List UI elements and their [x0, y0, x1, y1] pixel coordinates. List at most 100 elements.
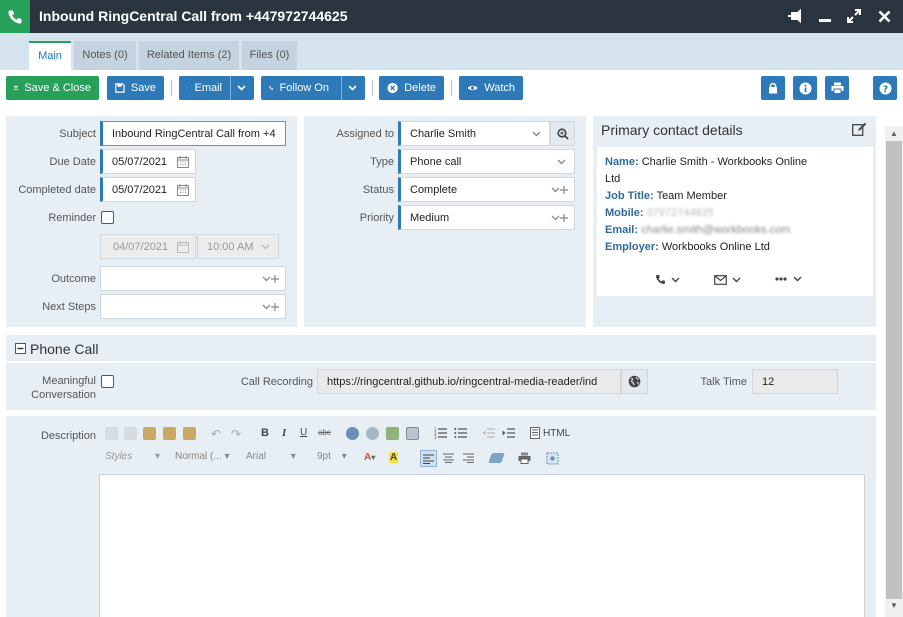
next-steps-select[interactable]: [100, 294, 286, 319]
text-color-icon[interactable]: A▾: [364, 452, 375, 463]
chevron-down-icon[interactable]: [557, 159, 566, 165]
calendar-icon[interactable]: [177, 156, 189, 168]
paste-icon[interactable]: [143, 427, 156, 440]
format-select[interactable]: Normal (... ▾: [175, 451, 229, 462]
phone-icon: [0, 0, 30, 33]
link-icon[interactable]: [346, 427, 359, 440]
tab-main[interactable]: Main: [29, 41, 71, 70]
contact-more-menu[interactable]: [775, 276, 802, 282]
follow-on-button[interactable]: Follow On: [261, 76, 365, 100]
chevron-down-plus-icon[interactable]: [551, 213, 569, 223]
calendar-icon: [177, 241, 189, 253]
toolbar-divider: [451, 80, 452, 96]
reminder-date-input: 04/07/2021: [100, 234, 196, 259]
chevron-down-icon[interactable]: [230, 76, 246, 100]
scroll-down-icon[interactable]: ▼: [890, 601, 898, 610]
html-source-button[interactable]: HTML: [530, 427, 570, 439]
envelope-icon: [714, 275, 727, 285]
strikethrough-icon[interactable]: abc: [318, 428, 331, 437]
select-all-icon[interactable]: [546, 452, 559, 465]
tab-files[interactable]: Files (0): [242, 41, 297, 70]
tab-notes[interactable]: Notes (0): [74, 41, 136, 70]
redo-icon[interactable]: ↷: [231, 427, 241, 441]
lock-icon[interactable]: [761, 76, 785, 100]
meaningful-label-line2: Conversation: [31, 389, 96, 401]
contact-name-link[interactable]: Charlie Smith - Workbooks Online: [642, 156, 807, 168]
zoom-search-icon[interactable]: [550, 121, 575, 146]
align-left-icon[interactable]: [420, 450, 437, 467]
scroll-up-icon[interactable]: ▲: [890, 129, 898, 138]
contact-name-row-cont: Ltd: [605, 173, 621, 185]
background-color-icon[interactable]: A: [389, 452, 399, 463]
collapse-icon[interactable]: [15, 343, 26, 354]
info-icon[interactable]: [793, 76, 817, 100]
chevron-down-icon: [261, 244, 270, 250]
align-center-icon[interactable]: [443, 453, 454, 463]
contact-employer-link[interactable]: Workbooks Online Ltd: [662, 241, 770, 253]
type-select[interactable]: Phone call: [398, 149, 575, 174]
follow-on-label: Follow On: [279, 82, 329, 94]
next-steps-label: Next Steps: [42, 301, 96, 313]
description-editor[interactable]: [99, 474, 865, 617]
chevron-down-plus-icon[interactable]: [262, 302, 280, 312]
editor-print-icon[interactable]: [518, 452, 531, 464]
meaningful-conversation-checkbox[interactable]: [101, 375, 114, 388]
font-select[interactable]: Arial ▾: [246, 451, 296, 462]
watch-button[interactable]: Watch: [459, 76, 523, 100]
contact-email-menu[interactable]: [714, 275, 741, 285]
paste-text-icon[interactable]: [163, 427, 176, 440]
reminder-checkbox[interactable]: [101, 211, 114, 224]
bullet-list-icon[interactable]: [454, 427, 467, 439]
edit-icon[interactable]: [852, 122, 867, 136]
contact-phone-menu[interactable]: [655, 274, 680, 285]
delete-button[interactable]: Delete: [379, 76, 444, 100]
phone-call-section-header[interactable]: [6, 335, 876, 361]
unlink-icon[interactable]: [366, 427, 379, 440]
styles-select[interactable]: Styles ▾: [105, 451, 160, 462]
help-icon[interactable]: ?: [873, 76, 897, 100]
undo-icon[interactable]: ↶: [211, 427, 221, 441]
due-date-input[interactable]: 05/07/2021: [100, 149, 196, 174]
chevron-down-plus-icon[interactable]: [551, 185, 569, 195]
italic-icon[interactable]: I: [282, 427, 286, 439]
numbered-list-icon[interactable]: 123: [434, 427, 447, 439]
priority-select[interactable]: Medium: [398, 205, 575, 230]
tab-related-items[interactable]: Related Items (2): [139, 41, 239, 70]
underline-icon[interactable]: U: [300, 427, 307, 438]
cut-icon[interactable]: [105, 427, 118, 440]
outdent-icon[interactable]: [482, 427, 495, 439]
email-button[interactable]: Email: [179, 76, 254, 100]
subject-input[interactable]: Inbound RingCentral Call from +4: [100, 121, 286, 146]
call-recording-input[interactable]: https://ringcentral.github.io/ringcentra…: [317, 369, 621, 394]
align-right-icon[interactable]: [463, 453, 474, 463]
close-icon[interactable]: [876, 8, 892, 24]
outcome-label: Outcome: [51, 273, 96, 285]
save-close-button[interactable]: Save & Close: [6, 76, 99, 100]
talk-time-input[interactable]: 12: [752, 369, 838, 394]
size-select[interactable]: 9pt ▾: [317, 451, 347, 462]
globe-icon[interactable]: [621, 369, 648, 394]
save-button[interactable]: Save: [107, 76, 164, 100]
paste-word-icon[interactable]: [183, 427, 196, 440]
chevron-down-icon[interactable]: [532, 131, 541, 137]
completed-date-label: Completed date: [18, 184, 96, 196]
contact-job-title: Job Title: Team Member: [605, 190, 727, 202]
calendar-icon[interactable]: [177, 184, 189, 196]
window-title: Inbound RingCentral Call from +447972744…: [39, 8, 348, 24]
copy-icon[interactable]: [124, 427, 137, 440]
maximize-icon[interactable]: [846, 8, 862, 24]
pin-icon[interactable]: [787, 8, 803, 24]
table-icon[interactable]: [406, 427, 419, 440]
image-icon[interactable]: [386, 427, 399, 440]
print-icon[interactable]: [825, 76, 849, 100]
indent-icon[interactable]: [502, 427, 515, 439]
assigned-to-select[interactable]: Charlie Smith: [398, 121, 550, 146]
status-select[interactable]: Complete: [398, 177, 575, 202]
bold-icon[interactable]: B: [261, 427, 269, 439]
minimize-icon[interactable]: [817, 8, 833, 24]
chevron-down-plus-icon[interactable]: [262, 274, 280, 284]
scrollbar-thumb[interactable]: [886, 141, 902, 599]
chevron-down-icon[interactable]: [341, 76, 357, 100]
outcome-select[interactable]: [100, 266, 286, 291]
completed-date-input[interactable]: 05/07/2021: [100, 177, 196, 202]
